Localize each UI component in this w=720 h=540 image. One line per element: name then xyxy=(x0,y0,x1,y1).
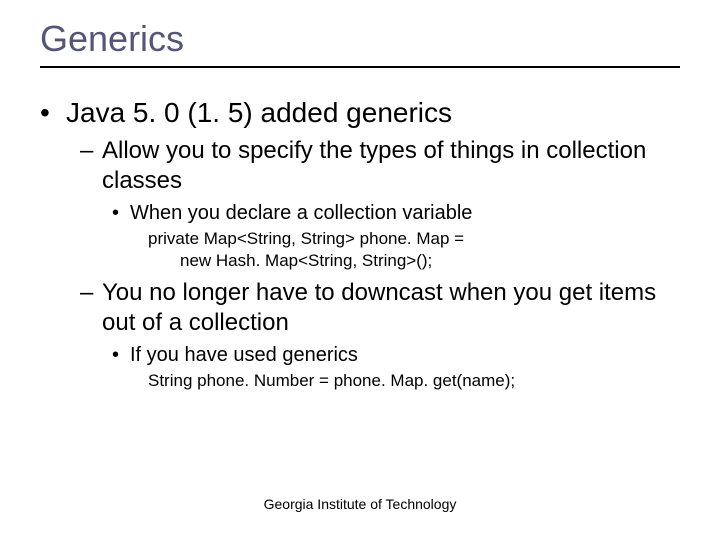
slide-title: Generics xyxy=(40,18,184,60)
bullet-level3: • When you declare a collection variable xyxy=(112,200,680,226)
slide-body: • Java 5. 0 (1. 5) added generics – Allo… xyxy=(40,90,680,392)
bullet-text: When you declare a collection variable xyxy=(130,200,680,226)
slide-footer: Georgia Institute of Technology xyxy=(0,496,720,512)
bullet-level1: • Java 5. 0 (1. 5) added generics xyxy=(40,96,680,130)
slide: Generics • Java 5. 0 (1. 5) added generi… xyxy=(0,0,720,540)
code-line: private Map<String, String> phone. Map = xyxy=(148,228,680,250)
title-underline xyxy=(40,66,680,68)
bullet-dash-icon: – xyxy=(80,136,102,196)
bullet-dot-icon: • xyxy=(40,96,66,130)
bullet-text: If you have used generics xyxy=(130,342,680,368)
code-line: String phone. Number = phone. Map. get(n… xyxy=(148,370,680,392)
bullet-level3: • If you have used generics xyxy=(112,342,680,368)
bullet-level2: – Allow you to specify the types of thin… xyxy=(80,136,680,196)
bullet-level2: – You no longer have to downcast when yo… xyxy=(80,278,680,338)
code-text: private Map<String, String> phone. Map = xyxy=(148,228,680,250)
bullet-text: You no longer have to downcast when you … xyxy=(102,278,680,338)
bullet-text: Allow you to specify the types of things… xyxy=(102,136,680,196)
code-text: String phone. Number = phone. Map. get(n… xyxy=(148,370,680,392)
code-text: new Hash. Map<String, String>(); xyxy=(180,250,680,272)
bullet-text: Java 5. 0 (1. 5) added generics xyxy=(66,96,680,130)
bullet-dot-icon: • xyxy=(112,342,130,368)
code-line: new Hash. Map<String, String>(); xyxy=(180,250,680,272)
bullet-dot-icon: • xyxy=(112,200,130,226)
bullet-dash-icon: – xyxy=(80,278,102,338)
